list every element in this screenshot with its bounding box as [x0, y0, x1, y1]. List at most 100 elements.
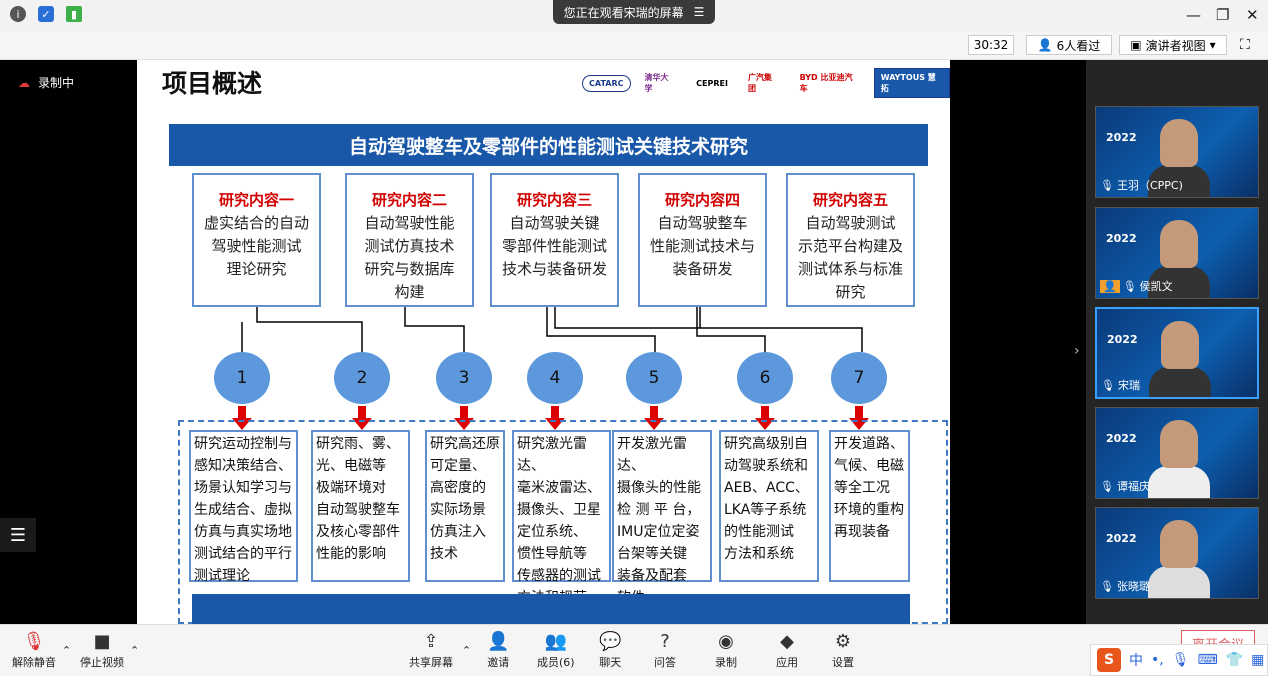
ime-toolbar[interactable]: S 中 •, 🎙 ⌨ 👕 ▦ — [1090, 644, 1268, 676]
participant-face — [1160, 119, 1198, 167]
apps-icon: ◆ — [780, 631, 794, 652]
question-icon: ? — [660, 631, 670, 652]
record-button[interactable]: ◉ 录制 — [715, 630, 737, 670]
item-line: 动驾驶系统和 — [724, 458, 808, 474]
participant-tile[interactable]: 2022 🎙 张晓璐 — [1095, 507, 1259, 599]
security-shield-icon[interactable]: ✓ — [38, 6, 54, 22]
presentation-slide: 项目概述 CATARC 清华大学 CEPREI 广汽集团 BYD 比亚迪汽车 W… — [137, 60, 950, 624]
speaker-view-dropdown[interactable]: ▣ 演讲者视图 ▾ — [1119, 35, 1227, 55]
chevron-right-icon[interactable]: › — [1074, 343, 1080, 359]
participant-face — [1161, 321, 1199, 369]
invite-button[interactable]: 👤 邀请 — [487, 630, 509, 670]
research-item-7: 开发道路、 气候、电磁 等全工况 环境的重构 再现装备 — [829, 430, 910, 582]
item-line: 极端环境对 — [316, 480, 386, 496]
item-line: 传感器的测试 — [517, 568, 601, 584]
list-icon[interactable]: ☰ — [694, 5, 705, 19]
cloud-record-icon: ☁ — [18, 75, 30, 90]
item-line: 可定量、 — [430, 458, 486, 474]
item-line: 仿真与真实场地 — [194, 524, 292, 540]
step-circle-3: 3 — [436, 352, 492, 404]
chevron-up-icon[interactable]: ⌃ — [462, 644, 471, 657]
signal-icon[interactable]: ▮ — [66, 6, 82, 22]
step-circle-5: 5 — [626, 352, 682, 404]
participant-face — [1160, 220, 1198, 268]
step-circle-7: 7 — [831, 352, 887, 404]
participant-tile[interactable]: 2022 🎙 谭福庆 — [1095, 407, 1259, 499]
research-item-4: 研究激光雷达、 毫米波雷达、 摄像头、卫星 定位系统、 惯性导航等 传感器的测试… — [512, 430, 611, 606]
mic-icon[interactable]: 🎙 — [1172, 652, 1190, 668]
meeting-timer: 30:32 — [968, 35, 1014, 55]
slide-footer-bar — [192, 594, 910, 624]
share-screen-button[interactable]: ⇪ 共享屏幕 — [409, 630, 453, 670]
apps-button[interactable]: ◆ 应用 — [776, 630, 798, 670]
mic-icon: 🎙 — [1100, 579, 1114, 593]
people-icon: 👥 — [544, 631, 567, 652]
research-item-6: 研究高级别自 动驾驶系统和 AEB、ACC、 LKA等子系统 的性能测试 方法和… — [719, 430, 819, 582]
chevron-down-icon: ▾ — [1209, 38, 1216, 52]
item-line: 研究运动控制与 — [194, 436, 292, 452]
ime-language[interactable]: 中 — [1129, 650, 1143, 670]
info-icon[interactable]: i — [10, 6, 26, 22]
item-line: 等全工况 — [834, 480, 890, 496]
event-year: 2022 — [1106, 532, 1137, 545]
participant-label: 🎙 王羽（CPPC) — [1100, 177, 1183, 193]
stop-video-button[interactable]: ■ 停止视频 — [80, 630, 124, 670]
item-line: 毫米波雷达、 — [517, 480, 601, 496]
qa-button[interactable]: ? 问答 — [654, 630, 676, 670]
mic-muted-icon: 🎙 — [22, 631, 46, 652]
grid-icon[interactable]: ▦ — [1251, 652, 1264, 668]
participant-name: 谭福庆 — [1116, 480, 1150, 493]
participant-label: 🎙 谭福庆 — [1100, 478, 1150, 494]
maximize-button[interactable]: ❐ — [1216, 6, 1229, 24]
add-user-icon: 👤 — [487, 631, 510, 652]
item-line: AEB、ACC、 — [724, 480, 809, 496]
people-icon: 👤 — [1037, 38, 1053, 52]
participant-name: 侯凯文 — [1139, 280, 1173, 293]
item-line: 气候、电磁 — [834, 458, 904, 474]
event-year: 2022 — [1106, 131, 1137, 144]
item-line: 高密度的 — [430, 480, 486, 496]
item-line: 摄像头、卫星 — [517, 502, 601, 518]
participant-body — [1149, 367, 1211, 397]
item-line: 惯性导航等 — [517, 546, 587, 562]
chevron-up-icon[interactable]: ⌃ — [62, 644, 71, 657]
item-line: 装备及配套 — [617, 568, 687, 584]
shirt-icon[interactable]: 👕 — [1226, 652, 1243, 668]
keyboard-icon[interactable]: ⌨ — [1198, 652, 1218, 668]
participant-tile[interactable]: 2022 🎙 王羽（CPPC) — [1095, 106, 1259, 198]
item-line: 的性能测试 — [724, 524, 794, 540]
research-item-3: 研究高还原 可定量、 高密度的 实际场景 仿真注入 技术 — [425, 430, 505, 582]
item-line: 感知决策结合、 — [194, 458, 292, 474]
fullscreen-icon[interactable]: ⛶ — [1240, 37, 1250, 53]
participant-name: 王羽（CPPC) — [1116, 179, 1183, 192]
research-item-5: 开发激光雷达、 摄像头的性能 检 测 平 台， IMU定位定姿 台架等关键 装备… — [612, 430, 712, 606]
chevron-up-icon[interactable]: ⌃ — [130, 644, 139, 657]
close-button[interactable]: ✕ — [1246, 6, 1259, 24]
mic-icon: 🎙 — [1100, 479, 1114, 493]
viewing-banner[interactable]: 您正在观看宋瑞的屏幕 ☰ — [553, 0, 715, 24]
settings-button[interactable]: ⚙ 设置 — [832, 630, 854, 670]
menu-icon[interactable]: ☰ — [0, 518, 36, 552]
item-line: 自动驾驶整车 — [316, 502, 400, 518]
members-label: 成员(6) — [537, 656, 575, 669]
item-line: 光、电磁等 — [316, 458, 386, 474]
chat-button[interactable]: 💬 聊天 — [599, 630, 621, 670]
item-line: 测试理论 — [194, 568, 250, 584]
sogou-logo: S — [1097, 648, 1121, 672]
mic-icon: 🎙 — [1122, 279, 1137, 293]
participant-tile-active[interactable]: 2022 🎙 宋瑞 — [1095, 307, 1259, 399]
participant-tile[interactable]: 2022 👤 🎙 侯凯文 — [1095, 207, 1259, 299]
qa-label: 问答 — [654, 656, 676, 669]
item-line: 仿真注入 — [430, 524, 486, 540]
members-button[interactable]: 👥 成员(6) — [537, 630, 575, 670]
minimize-button[interactable]: — — [1186, 6, 1201, 24]
viewers-count[interactable]: 👤 6人看过 — [1026, 35, 1112, 55]
mic-icon: 🎙 — [1101, 378, 1115, 392]
step-circle-2: 2 — [334, 352, 390, 404]
unmute-button[interactable]: 🎙 解除静音 — [12, 630, 56, 670]
ime-punctuation[interactable]: •, — [1151, 652, 1164, 668]
event-year: 2022 — [1106, 432, 1137, 445]
item-line: 研究高级别自 — [724, 436, 808, 452]
item-line: 定位系统、 — [517, 524, 587, 540]
research-item-2: 研究雨、雾、 光、电磁等 极端环境对 自动驾驶整车 及核心零部件 性能的影响 — [311, 430, 410, 582]
